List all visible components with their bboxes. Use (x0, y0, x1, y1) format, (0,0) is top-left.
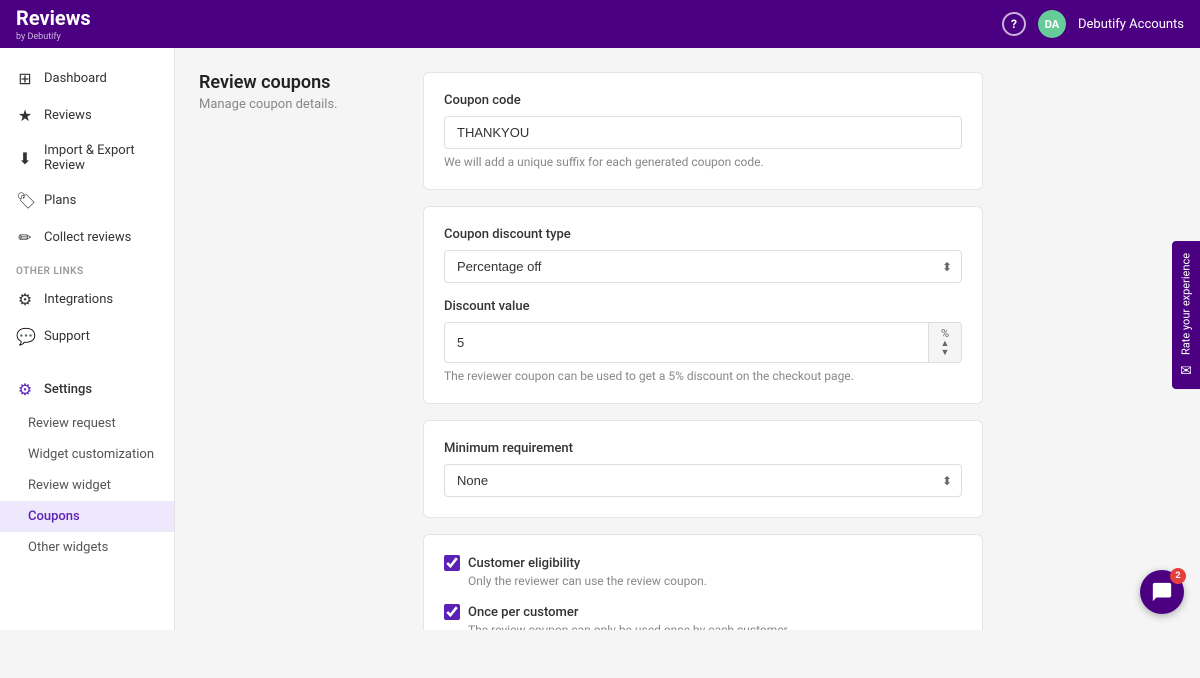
sidebar-item-label: Plans (44, 193, 76, 208)
stepper[interactable]: ▲ ▼ (941, 340, 950, 358)
coupon-code-label: Coupon code (444, 93, 962, 108)
import-icon: ⬇ (16, 149, 34, 168)
sidebar-sub-label: Review widget (28, 478, 111, 493)
sidebar-sub-label: Other widgets (28, 540, 108, 555)
checkbox-row: Customer eligibility (444, 555, 962, 571)
rate-panel[interactable]: ✉ Rate your experience (1172, 241, 1200, 389)
support-icon: 💬 (16, 327, 34, 346)
discount-type-label: Coupon discount type (444, 227, 962, 242)
checkboxes-card: Customer eligibility Only the reviewer c… (423, 534, 983, 630)
min-requirement-wrapper: None Minimum purchase amount Minimum qua… (444, 464, 962, 497)
sidebar-sub-other-widgets[interactable]: Other widgets (0, 532, 174, 563)
sidebar-settings-label: Settings (44, 382, 92, 397)
sidebar-item-support[interactable]: 💬 Support (0, 318, 174, 355)
checkbox-item-customer-eligibility: Customer eligibility Only the reviewer c… (444, 555, 962, 588)
discount-card: Coupon discount type Percentage off Fixe… (423, 206, 983, 404)
sidebar-sub-widget-customization[interactable]: Widget customization (0, 439, 174, 470)
min-requirement-card: Minimum requirement None Minimum purchas… (423, 420, 983, 518)
app-layout: ⊞ Dashboard ★ Reviews ⬇ Import & Export … (0, 48, 1200, 630)
sidebar-sub-label: Widget customization (28, 447, 154, 462)
avatar: DA (1038, 10, 1066, 38)
sidebar-item-import-export[interactable]: ⬇ Import & Export Review (0, 134, 174, 182)
discount-value-hint: The reviewer coupon can be used to get a… (444, 369, 962, 383)
checkbox-row: Once per customer (444, 604, 962, 620)
sidebar-sub-review-request[interactable]: Review request (0, 408, 174, 439)
coupon-code-card: Coupon code We will add a unique suffix … (423, 72, 983, 190)
customer-eligibility-label: Customer eligibility (468, 556, 580, 571)
min-requirement-select[interactable]: None Minimum purchase amount Minimum qua… (444, 464, 962, 497)
collect-icon: ✏ (16, 228, 34, 247)
sidebar-item-label: Import & Export Review (44, 143, 158, 173)
other-links-label: OTHER LINKS (0, 256, 174, 281)
header-right: ? DA Debutify Accounts (1002, 10, 1184, 38)
sidebar-item-label: Dashboard (44, 71, 107, 86)
min-requirement-label: Minimum requirement (444, 441, 962, 456)
checkbox-item-once-per-customer: Once per customer The review coupon can … (444, 604, 962, 630)
sidebar-item-dashboard[interactable]: ⊞ Dashboard (0, 60, 174, 97)
sidebar-item-reviews[interactable]: ★ Reviews (0, 97, 174, 134)
sidebar-item-label: Support (44, 329, 90, 344)
sidebar-sub-review-widget[interactable]: Review widget (0, 470, 174, 501)
once-per-customer-label: Once per customer (468, 605, 578, 620)
sidebar-sub-label: Review request (28, 416, 116, 431)
customer-eligibility-checkbox[interactable] (444, 555, 460, 571)
app-logo: Reviews by Debutify (16, 6, 91, 42)
sidebar-item-collect-reviews[interactable]: ✏ Collect reviews (0, 219, 174, 256)
page-header: Review coupons Manage coupon details. (199, 72, 399, 630)
sidebar-sub-label: Coupons (28, 509, 80, 524)
logo-title: Reviews (16, 6, 91, 30)
discount-value-row: % ▲ ▼ (444, 322, 962, 363)
customer-eligibility-desc: Only the reviewer can use the review cou… (444, 574, 962, 588)
rate-panel-icon: ✉ (1178, 361, 1194, 377)
app-header: Reviews by Debutify ? DA Debutify Accoun… (0, 0, 1200, 48)
sidebar-item-settings[interactable]: ⚙ Settings (0, 371, 174, 408)
settings-icon: ⚙ (16, 380, 34, 399)
page-title: Review coupons (199, 72, 399, 93)
discount-suffix: % ▲ ▼ (928, 323, 961, 362)
sidebar-item-label: Integrations (44, 292, 113, 307)
integrations-icon: ⚙ (16, 290, 34, 309)
plans-icon: 🏷 (16, 191, 34, 210)
sidebar-sub-coupons[interactable]: Coupons (0, 501, 174, 532)
coupon-code-input[interactable] (444, 116, 962, 149)
help-button[interactable]: ? (1002, 12, 1026, 36)
account-name: Debutify Accounts (1078, 17, 1184, 32)
sidebar: ⊞ Dashboard ★ Reviews ⬇ Import & Export … (0, 48, 175, 630)
sidebar-item-label: Reviews (44, 108, 92, 123)
page-subtitle: Manage coupon details. (199, 97, 399, 112)
discount-type-wrapper: Percentage off Fixed amount off Free shi… (444, 250, 962, 283)
rate-panel-label: Rate your experience (1180, 253, 1193, 355)
sidebar-item-label: Collect reviews (44, 230, 131, 245)
main-content: Review coupons Manage coupon details. Co… (175, 48, 1200, 630)
chat-badge: 2 (1170, 568, 1186, 584)
coupon-code-hint: We will add a unique suffix for each gen… (444, 155, 962, 169)
dashboard-icon: ⊞ (16, 69, 34, 88)
once-per-customer-checkbox[interactable] (444, 604, 460, 620)
discount-value-label: Discount value (444, 299, 962, 314)
sidebar-item-integrations[interactable]: ⚙ Integrations (0, 281, 174, 318)
once-per-customer-desc: The review coupon can only be used once … (444, 623, 962, 630)
sidebar-item-plans[interactable]: 🏷 Plans (0, 182, 174, 219)
discount-value-input[interactable] (445, 327, 928, 358)
settings-area: Coupon code We will add a unique suffix … (423, 72, 983, 630)
logo-subtitle: by Debutify (16, 32, 91, 42)
chat-button[interactable]: 2 (1140, 570, 1184, 614)
discount-type-select[interactable]: Percentage off Fixed amount off Free shi… (444, 250, 962, 283)
reviews-icon: ★ (16, 106, 34, 125)
decrement-arrow[interactable]: ▼ (941, 349, 950, 358)
chat-icon (1151, 581, 1173, 603)
